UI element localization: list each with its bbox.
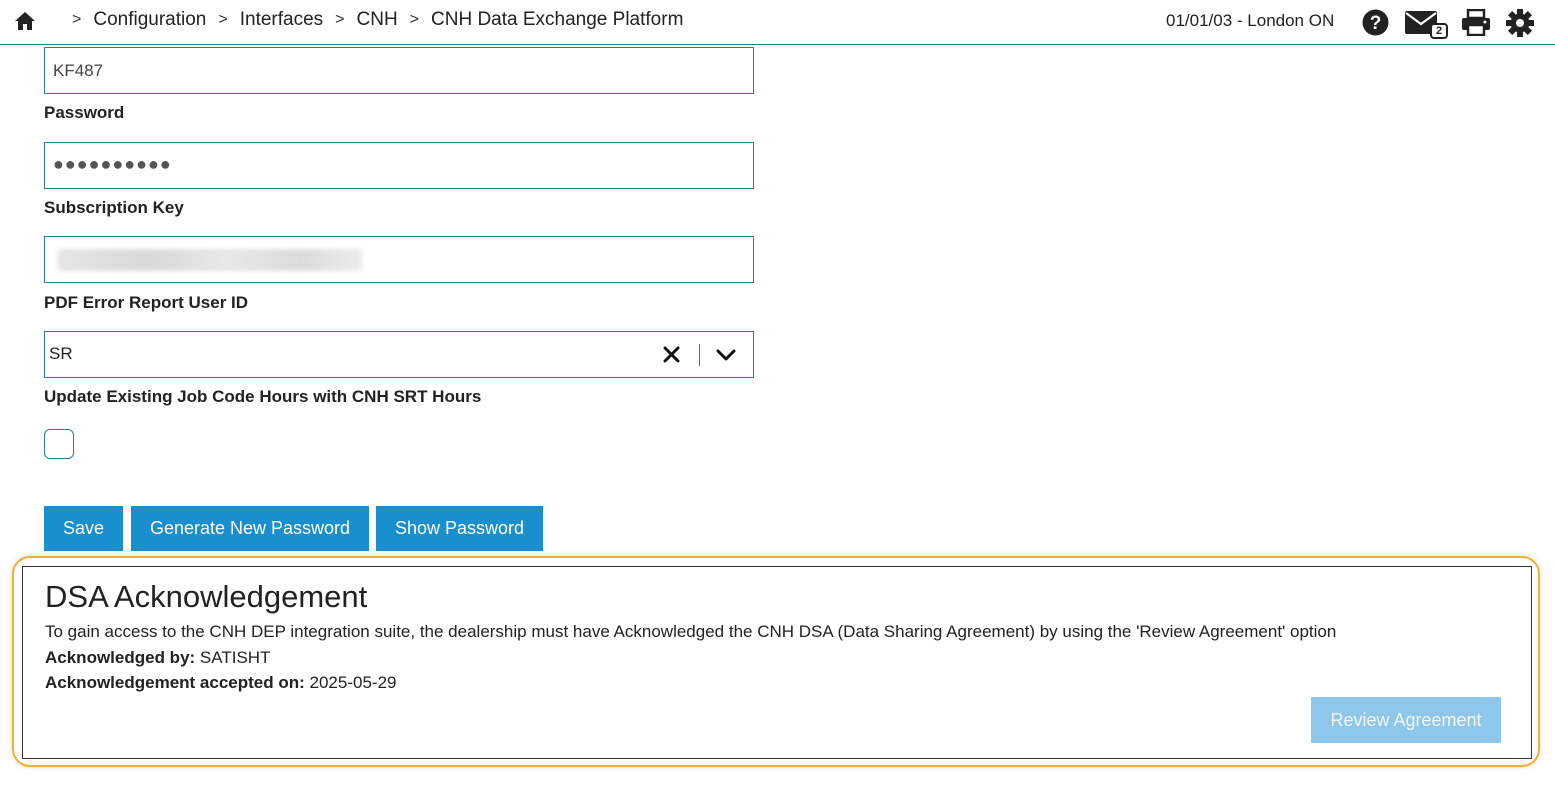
save-button[interactable]: Save	[44, 506, 123, 551]
acknowledged-by-label: Acknowledged by:	[45, 648, 196, 667]
pdf-error-user-select[interactable]: SR	[44, 331, 754, 378]
location-label[interactable]: 01/01/03 - London ON	[1166, 11, 1334, 31]
update-hours-label: Update Existing Job Code Hours with CNH …	[44, 387, 482, 406]
acknowledged-by-value: SATISHT	[199, 648, 271, 667]
username-input[interactable]	[45, 48, 753, 93]
breadcrumb: > Configuration > Interfaces > CNH > CNH…	[72, 9, 684, 31]
print-icon[interactable]	[1461, 9, 1491, 36]
username-field[interactable]	[44, 47, 754, 94]
breadcrumb-cnh[interactable]: CNH	[357, 9, 398, 31]
subscription-key-label: Subscription Key	[44, 198, 184, 217]
pdf-error-user-value: SR	[49, 344, 73, 363]
chevron-down-icon[interactable]	[716, 349, 736, 361]
gear-icon[interactable]	[1506, 9, 1534, 37]
password-field[interactable]: ●●●●●●●●●●	[44, 142, 754, 189]
dsa-description: To gain access to the CNH DEP integratio…	[45, 622, 1337, 641]
review-agreement-button[interactable]: Review Agreement	[1311, 697, 1501, 743]
breadcrumb-cnh-data-exchange-platform: CNH Data Exchange Platform	[431, 9, 684, 30]
top-bar: > Configuration > Interfaces > CNH > CNH…	[0, 0, 1555, 45]
clear-icon[interactable]	[663, 346, 680, 363]
subscription-key-field[interactable]	[44, 236, 754, 283]
home-icon[interactable]	[14, 11, 36, 31]
acknowledged-by: Acknowledged by: SATISHT	[45, 648, 270, 668]
generate-new-password-button[interactable]: Generate New Password	[131, 506, 369, 551]
dsa-title: DSA Acknowledgement	[45, 579, 368, 614]
pdf-error-user-label: PDF Error Report User ID	[44, 293, 249, 312]
accepted-on-value: 2025-05-29	[309, 673, 397, 692]
password-input[interactable]: ●●●●●●●●●●	[53, 154, 172, 175]
mail-count-badge: 2	[1430, 23, 1448, 39]
show-password-button[interactable]: Show Password	[376, 506, 543, 551]
select-divider	[699, 344, 700, 366]
accepted-on-label: Acknowledgement accepted on:	[45, 673, 305, 692]
svg-text:?: ?	[1370, 13, 1382, 34]
breadcrumb-interfaces[interactable]: Interfaces	[240, 9, 323, 31]
breadcrumb-configuration[interactable]: Configuration	[93, 9, 206, 31]
help-icon[interactable]: ?	[1362, 9, 1389, 36]
update-hours-checkbox[interactable]	[44, 429, 74, 459]
subscription-key-blurred-value	[57, 249, 362, 271]
password-label: Password	[44, 103, 125, 122]
accepted-on: Acknowledgement accepted on: 2025-05-29	[45, 673, 396, 693]
